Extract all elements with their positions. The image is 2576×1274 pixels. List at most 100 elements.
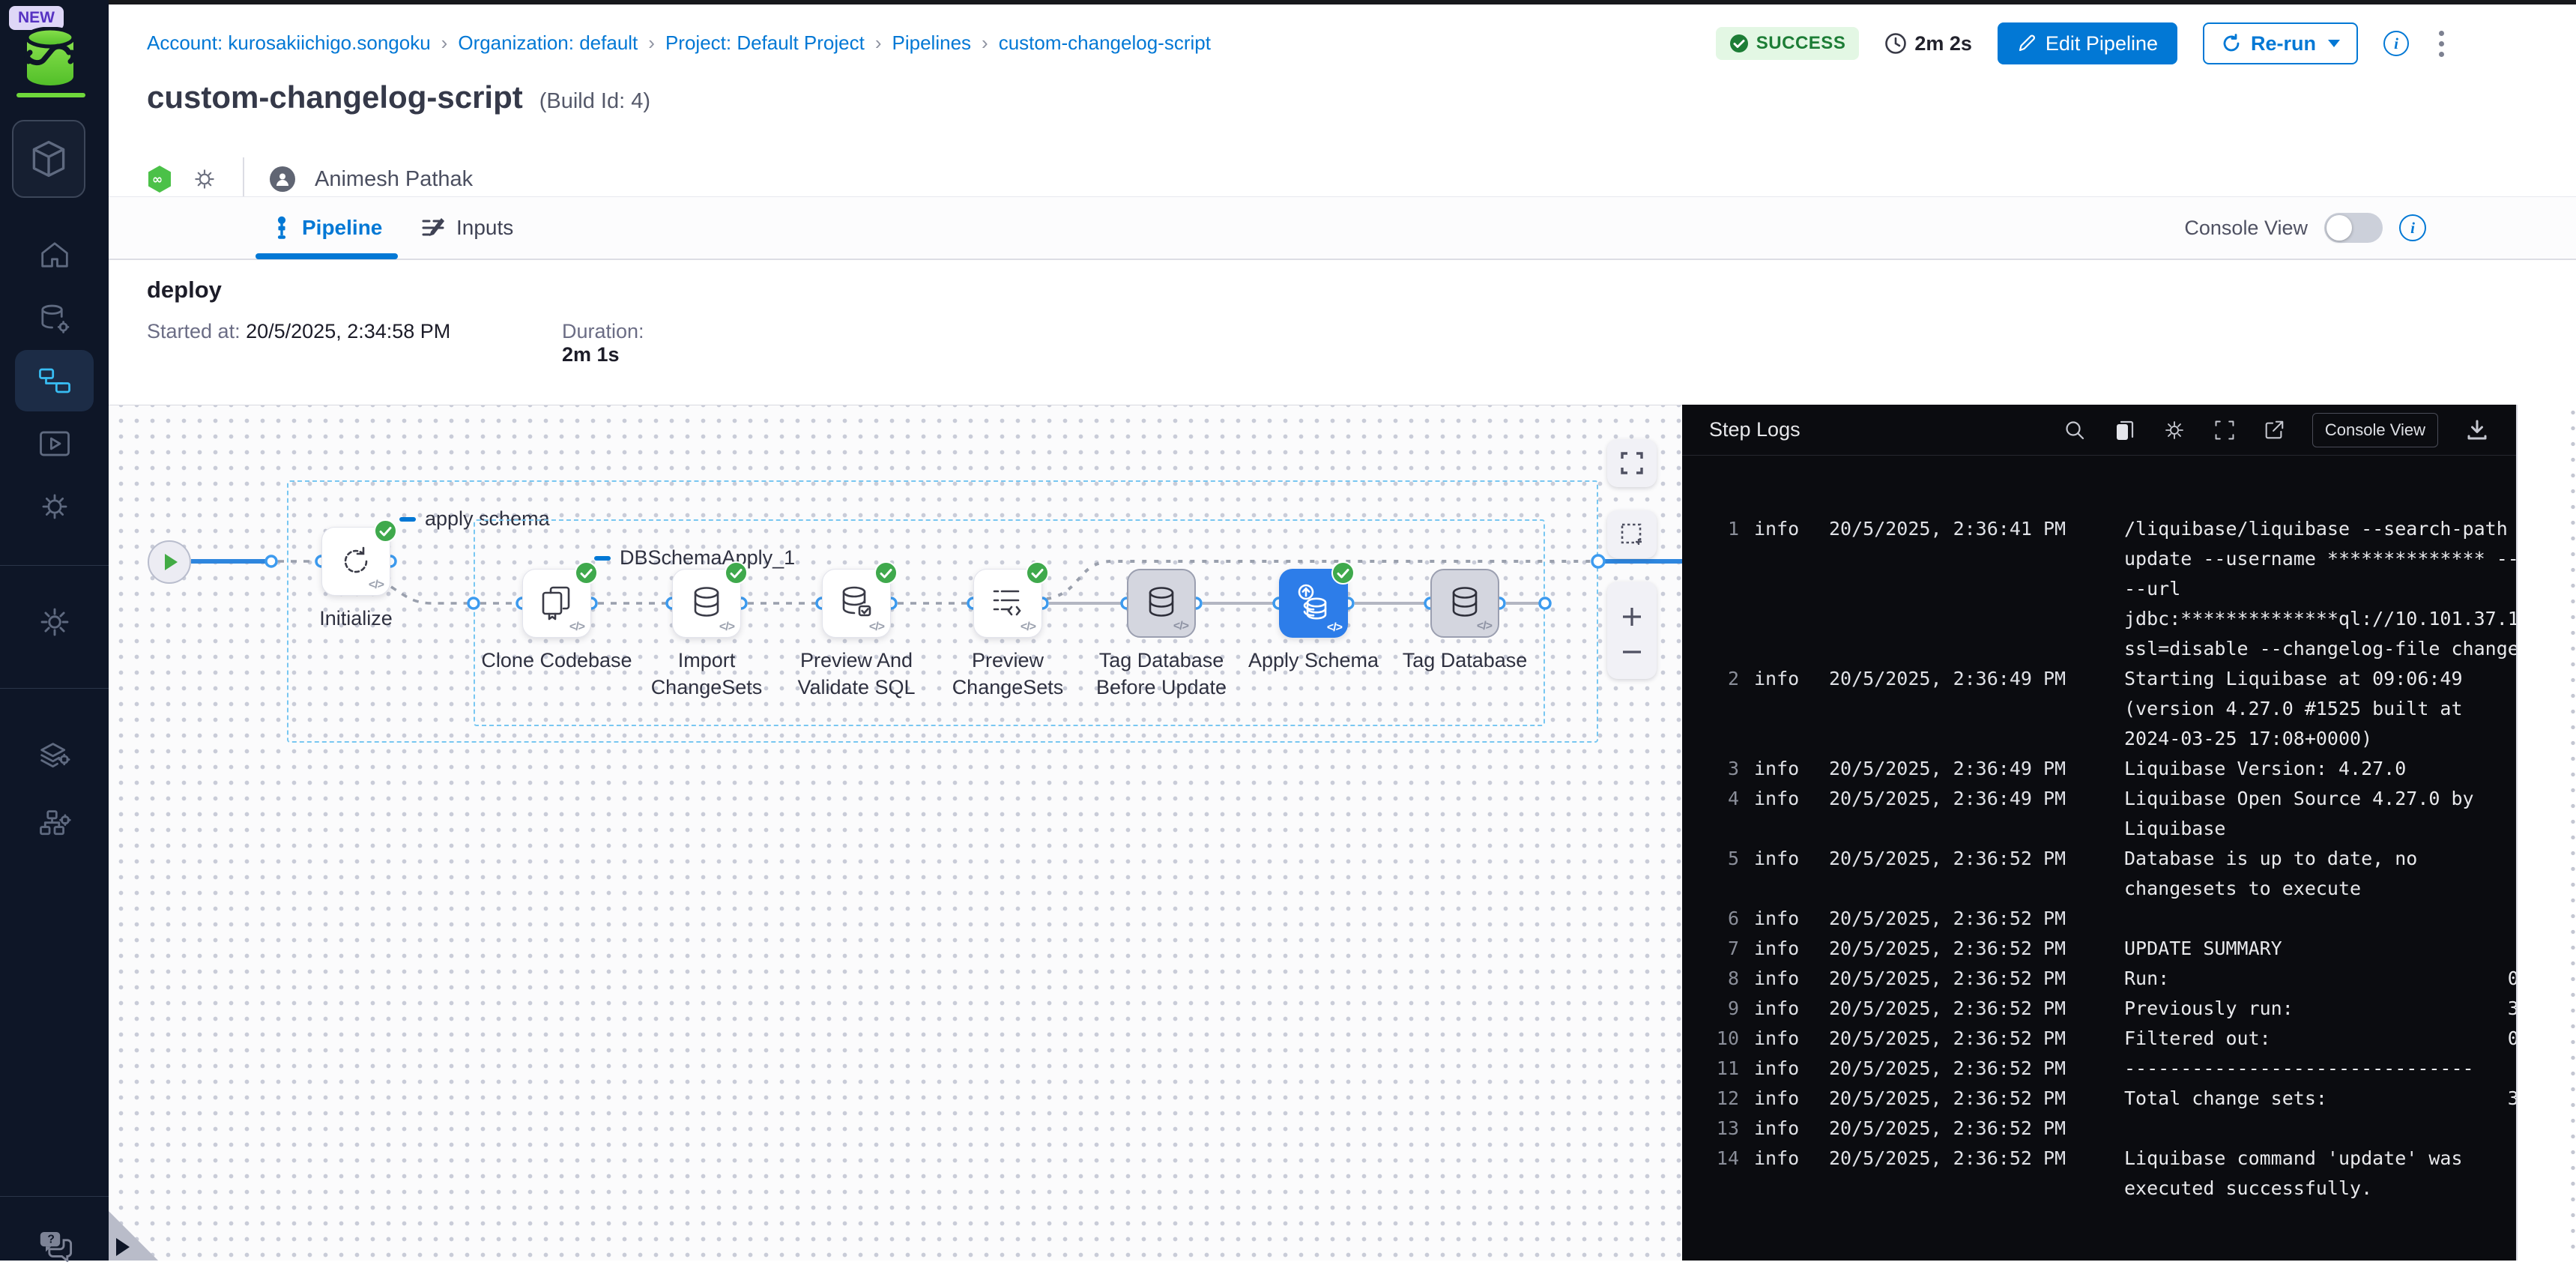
log-timestamp: 20/5/2025, 2:36:52 PM (1829, 934, 2109, 964)
sidebar-item-settings[interactable] (0, 594, 109, 650)
step-success-badge (374, 519, 397, 543)
collapse-icon[interactable] (399, 517, 416, 522)
log-timestamp: 20/5/2025, 2:36:52 PM (1829, 904, 2109, 934)
sidebar-item-triggers[interactable] (0, 478, 109, 535)
log-message: Liquibase Open Source 4.27.0 by Liquibas… (2124, 784, 2516, 844)
console-view-toggle[interactable] (2324, 213, 2383, 243)
info-icon[interactable]: i (2399, 214, 2426, 241)
module-selector[interactable] (12, 120, 85, 198)
canvas-zoom-controls[interactable] (1607, 582, 1657, 679)
sidebar-item-services[interactable] (0, 796, 109, 853)
log-entry: 3info20/5/2025, 2:36:49 PMLiquibase Vers… (1709, 754, 2516, 784)
run-meta-bar: SUCCESS 2m 2s Edit Pipeline Re-run i (1716, 22, 2449, 64)
breadcrumb-separator: › (875, 31, 882, 55)
zoom-in-icon[interactable] (1620, 605, 1644, 629)
database-devops-logo-icon (21, 27, 79, 88)
sidebar-divider (0, 688, 109, 689)
info-icon[interactable]: i (2383, 31, 2409, 56)
gear-icon[interactable] (192, 166, 217, 192)
active-tab-underline (256, 253, 398, 259)
page-title: custom-changelog-script (147, 79, 523, 115)
log-entry: 10info20/5/2025, 2:36:52 PMFiltered out:… (1709, 1024, 2516, 1054)
vertical-divider (243, 157, 244, 201)
log-level: info (1754, 964, 1814, 994)
collapse-icon[interactable] (594, 556, 611, 561)
sidebar-item-database[interactable] (0, 291, 109, 348)
log-line-number: 6 (1709, 904, 1739, 934)
breadcrumb-link[interactable]: Organization: default (458, 31, 638, 55)
log-level: info (1754, 994, 1814, 1024)
log-level: info (1754, 934, 1814, 964)
stage-summary: deploy Started at: 20/5/2025, 2:34:58 PM… (109, 260, 2576, 405)
zoom-out-icon[interactable] (1620, 648, 1644, 656)
code-step-glyph: </> (719, 621, 734, 634)
step-success-badge (1331, 561, 1355, 585)
log-line-number: 11 (1709, 1054, 1739, 1084)
database-gear-icon (38, 303, 71, 336)
build-id: (Build Id: 4) (539, 89, 650, 114)
pipelines-icon (37, 365, 72, 396)
log-message: ------------------------------- (2124, 1054, 2516, 1084)
app-logo[interactable] (21, 27, 79, 92)
breadcrumb-separator: › (441, 31, 448, 55)
sidebar-divider (0, 565, 109, 566)
log-level: info (1754, 1114, 1814, 1144)
logo-underline (16, 93, 85, 97)
log-line-number: 2 (1709, 664, 1739, 694)
breadcrumb-link[interactable]: custom-changelog-script (999, 31, 1211, 55)
canvas-fullscreen-button[interactable] (1607, 439, 1657, 487)
search-icon[interactable] (2063, 419, 2086, 441)
copy-icon (537, 584, 576, 623)
settings-gear-icon (37, 605, 72, 639)
log-entry: 8info20/5/2025, 2:36:52 PMRun: 0 (1709, 964, 2516, 994)
breadcrumb-link[interactable]: Pipelines (892, 31, 972, 55)
open-in-new-icon[interactable] (2263, 419, 2285, 441)
log-line-number: 5 (1709, 844, 1739, 874)
canvas-edge-dots (2571, 405, 2575, 1261)
log-timestamp: 20/5/2025, 2:36:52 PM (1829, 844, 2109, 874)
log-timestamp: 20/5/2025, 2:36:49 PM (1829, 784, 2109, 814)
code-step-glyph: </> (1021, 621, 1035, 634)
executions-icon (38, 429, 71, 459)
group-label-dbschemaapply[interactable]: DBSchemaApply_1 (594, 546, 795, 570)
sidebar-item-environments[interactable] (0, 728, 109, 785)
log-level: info (1754, 754, 1814, 784)
pipeline-start-node[interactable] (148, 540, 191, 584)
download-icon[interactable] (2465, 418, 2489, 442)
canvas-corner-play-icon (116, 1238, 130, 1256)
console-view-button[interactable]: Console View (2312, 413, 2438, 447)
sidebar-item-home[interactable] (0, 226, 109, 283)
cube-icon (29, 138, 68, 180)
log-lines-container[interactable]: 1info20/5/2025, 2:36:41 PM/liquibase/liq… (1682, 456, 2516, 1204)
canvas-select-button[interactable] (1607, 510, 1657, 558)
pipeline-step-tag-database[interactable]: </> (1430, 569, 1499, 638)
more-options-button[interactable] (2434, 26, 2449, 61)
log-level: info (1754, 664, 1814, 694)
edit-pipeline-button[interactable]: Edit Pipeline (1998, 22, 2177, 64)
pencil-icon (2017, 34, 2037, 53)
tab-pipeline[interactable]: Pipeline (272, 197, 382, 259)
help-chat-button[interactable]: ? (0, 1217, 109, 1274)
inputs-tab-icon (420, 215, 446, 241)
code-step-glyph: </> (1477, 620, 1492, 633)
step-label: Tag Database (1379, 647, 1551, 674)
breadcrumb-link[interactable]: Project: Default Project (665, 31, 865, 55)
copy-icon[interactable] (2113, 418, 2135, 442)
log-message: Liquibase Version: 4.27.0 (2124, 754, 2516, 784)
code-step-glyph: </> (869, 621, 884, 634)
sidebar-item-executions[interactable] (0, 415, 109, 472)
pipeline-step-tag-database-before-update[interactable]: </> (1127, 569, 1196, 638)
log-entry: 2info20/5/2025, 2:36:49 PMStarting Liqui… (1709, 664, 2516, 754)
sidebar-item-pipelines[interactable] (15, 350, 94, 411)
code-step-glyph: </> (569, 621, 584, 634)
log-timestamp: 20/5/2025, 2:36:52 PM (1829, 1024, 2109, 1054)
hierarchy-gear-icon (38, 808, 71, 841)
tab-inputs[interactable]: Inputs (420, 197, 513, 259)
expand-fullscreen-icon[interactable] (2213, 419, 2236, 441)
step-logs-header: Step Logs Console View (1682, 405, 2516, 456)
rerun-button[interactable]: Re-run (2203, 22, 2358, 64)
log-settings-gear-icon[interactable] (2162, 418, 2186, 442)
log-timestamp: 20/5/2025, 2:36:52 PM (1829, 1084, 2109, 1114)
console-view-label: Console View (2184, 217, 2308, 240)
breadcrumb-link[interactable]: Account: kurosakiichigo.songoku (147, 31, 431, 55)
